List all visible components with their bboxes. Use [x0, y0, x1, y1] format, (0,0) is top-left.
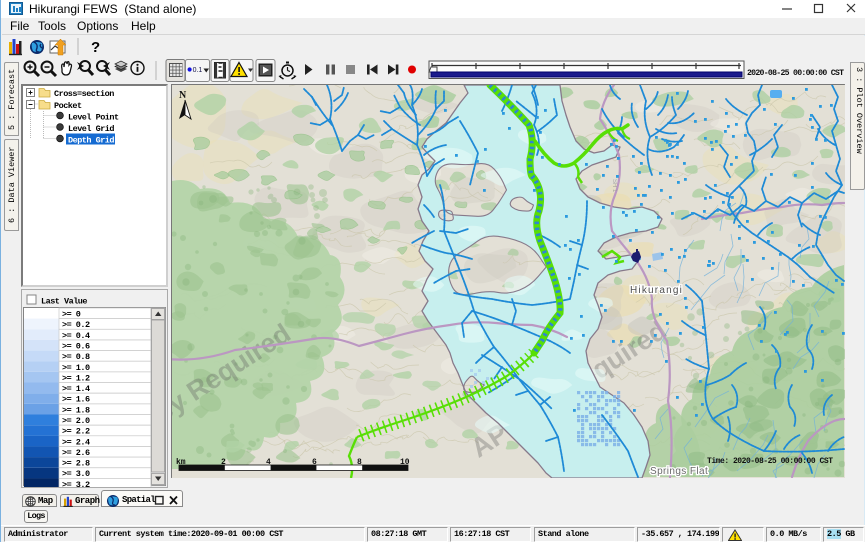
- svg-text:>= 1.8: >= 1.8: [62, 405, 90, 415]
- svg-text:Hikurangi: Hikurangi: [630, 285, 683, 296]
- svg-text:>= 3.2: >= 3.2: [62, 480, 90, 487]
- svg-text:Depth Grid: Depth Grid: [68, 136, 114, 146]
- svg-text:>= 0: >= 0: [62, 310, 81, 320]
- svg-text:SH 1: SH 1: [611, 179, 617, 193]
- svg-text:>= 1.4: >= 1.4: [62, 384, 90, 394]
- svg-text:>= 0.4: >= 0.4: [62, 331, 90, 341]
- svg-text:>= 1.2: >= 1.2: [62, 373, 90, 383]
- svg-text:Level Point: Level Point: [68, 113, 119, 123]
- svg-text:N: N: [179, 90, 187, 101]
- svg-text:?: ?: [91, 39, 100, 56]
- svg-text:>= 3.0: >= 3.0: [62, 469, 90, 479]
- svg-text:>= 2.4: >= 2.4: [62, 437, 90, 447]
- svg-text:0.1: 0.1: [193, 67, 203, 74]
- svg-text:>= 1.6: >= 1.6: [62, 395, 90, 405]
- svg-text:>= 2.0: >= 2.0: [62, 416, 90, 426]
- svg-text:Last Value: Last Value: [41, 297, 87, 307]
- svg-text:>= 2.2: >= 2.2: [62, 427, 90, 437]
- svg-text:>= 2.6: >= 2.6: [62, 448, 90, 458]
- svg-text:>= 2.8: >= 2.8: [62, 459, 90, 469]
- svg-text:2020-08-25 00:00:00 CST: 2020-08-25 00:00:00 CST: [747, 69, 844, 78]
- svg-text:>= 0.2: >= 0.2: [62, 320, 90, 330]
- svg-text:Cross=section: Cross=section: [54, 89, 114, 99]
- svg-text:>= 0.6: >= 0.6: [62, 342, 90, 352]
- svg-text:Time: 2020-08-25 00:00:00 CST: Time: 2020-08-25 00:00:00 CST: [707, 457, 833, 466]
- svg-text:Pocket: Pocket: [54, 101, 82, 111]
- svg-text:>= 0.8: >= 0.8: [62, 352, 90, 362]
- svg-text:>= 1.0: >= 1.0: [62, 363, 90, 373]
- svg-text:Level Grid: Level Grid: [68, 124, 114, 134]
- svg-text:Springs Flat: Springs Flat: [650, 466, 708, 477]
